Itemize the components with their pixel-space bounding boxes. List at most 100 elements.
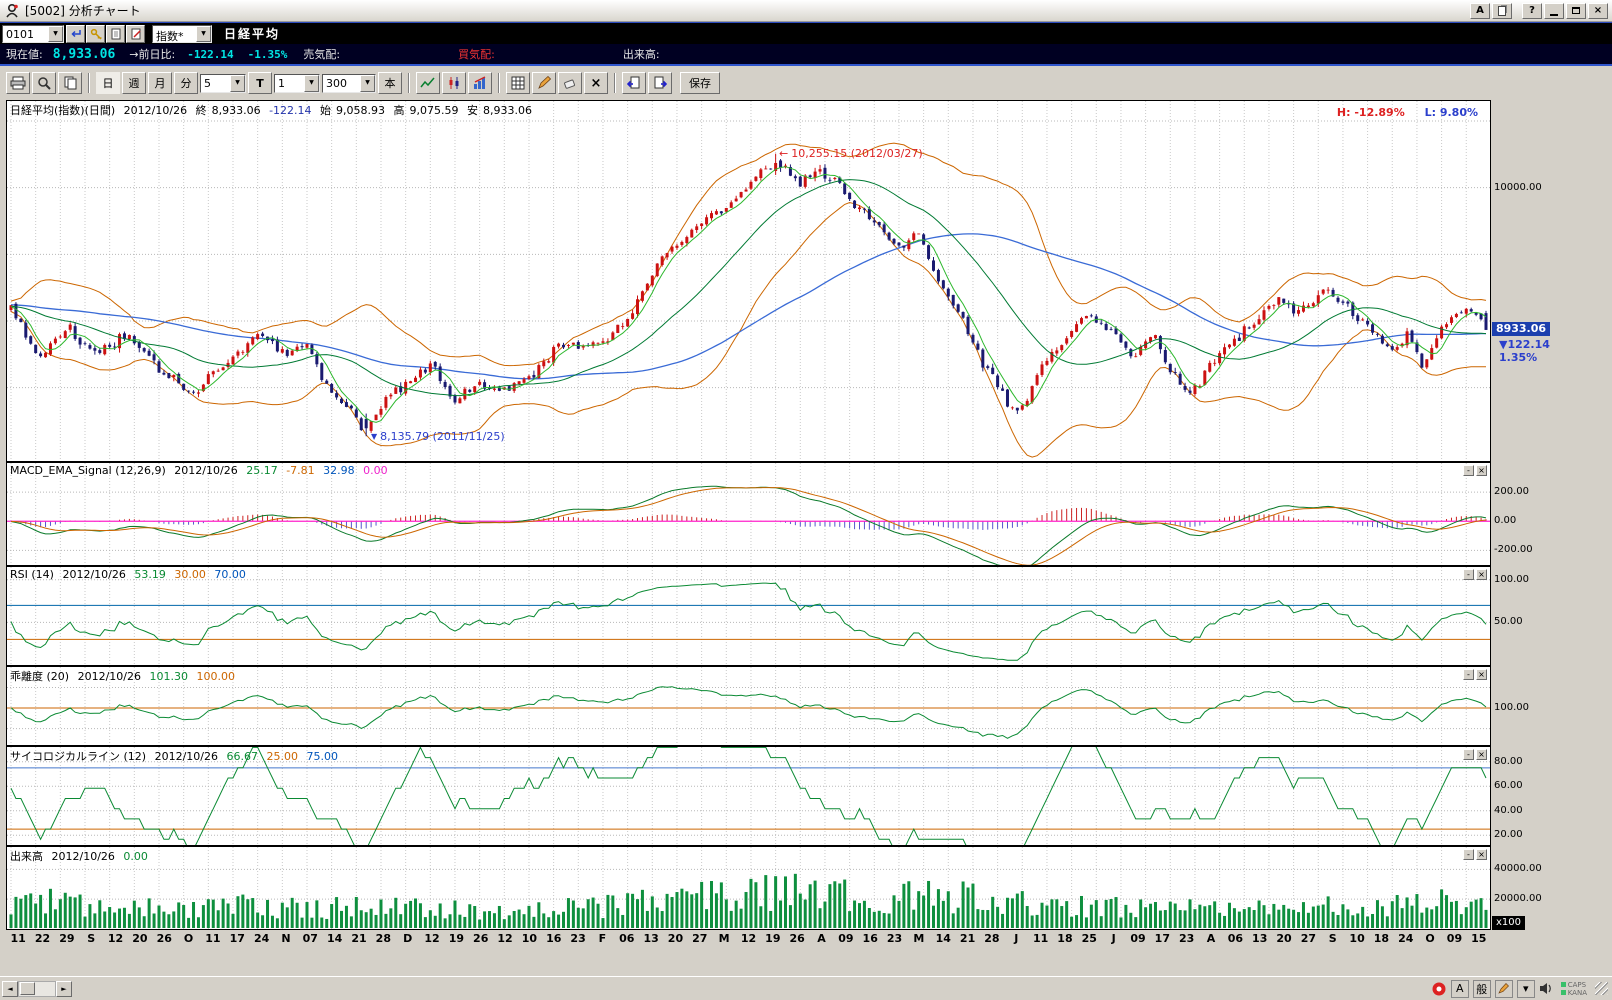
resize-grip[interactable] <box>1595 982 1608 995</box>
panel-minimize-button[interactable]: - <box>1463 569 1474 580</box>
symbol-toolbar: 0101 ▼ 指数* ▼ 日経平均 <box>0 22 1612 44</box>
rsi-plot[interactable]: RSI (14) 2012/10/26 53.19 30.00 70.00 - … <box>6 566 1491 666</box>
interval-select[interactable]: 1 ▼ <box>274 74 320 93</box>
bar-chart-button[interactable] <box>468 72 492 94</box>
edit-button[interactable] <box>126 25 145 43</box>
panel-minimize-button[interactable]: - <box>1463 849 1474 860</box>
titlebar-restore-button[interactable] <box>1566 3 1586 19</box>
panel-close-button[interactable]: × <box>1476 465 1487 476</box>
close-label: 終 <box>196 104 207 117</box>
rsi-lower-value: 30.00 <box>174 568 206 581</box>
minimize-icon <box>1550 14 1558 16</box>
panel-minimize-button[interactable]: - <box>1463 669 1474 680</box>
scrollbar-track[interactable] <box>18 981 56 997</box>
titlebar-help-button[interactable]: ? <box>1522 3 1542 19</box>
panel-minimize-button[interactable]: - <box>1463 749 1474 760</box>
panel-controls: - × <box>1463 669 1487 680</box>
x-axis-label: N <box>274 930 298 950</box>
main-price-plot[interactable]: 日経平均(指数)(日間) 2012/10/26 終8,933.06 -122.1… <box>6 100 1491 462</box>
volume-plot[interactable]: 出来高 2012/10/26 0.00 - × <box>6 846 1491 930</box>
psych-axis: 80.00 60.00 40.00 20.00 <box>1491 746 1555 846</box>
symbol-input[interactable]: 0101 ▼ <box>2 25 64 43</box>
scroll-left-button[interactable]: ◄ <box>2 981 18 997</box>
panel-close-button[interactable]: × <box>1476 749 1487 760</box>
x-axis-label: 26 <box>785 930 809 950</box>
chart-area: 日経平均(指数)(日間) 2012/10/26 終8,933.06 -122.1… <box>6 100 1555 950</box>
ime-mode-indicator[interactable]: A <box>1451 980 1469 998</box>
panel-close-button[interactable]: × <box>1476 569 1487 580</box>
period-day-button[interactable]: 日 <box>96 72 120 94</box>
scroll-right-button[interactable]: ► <box>56 981 72 997</box>
macd-panel: MACD_EMA_Signal (12,26,9) 2012/10/26 25.… <box>6 462 1555 566</box>
title-bar[interactable]: [5002] 分析チャート A ? × <box>0 0 1612 22</box>
key-button[interactable] <box>86 25 105 43</box>
delete-drawings-button[interactable]: × <box>584 72 608 94</box>
horizontal-scrollbar[interactable]: ◄ ► <box>2 981 72 997</box>
volume-panel: 出来高 2012/10/26 0.00 - × 40000.00 20000.0… <box>6 846 1555 930</box>
x-axis-label: 18 <box>1369 930 1393 950</box>
category-select[interactable]: 指数* ▼ <box>152 25 212 43</box>
trough-marker-icon: ▼ <box>371 432 377 441</box>
titlebar-minimize-button[interactable] <box>1544 3 1564 19</box>
speaker-icon[interactable] <box>1539 982 1554 995</box>
enter-button[interactable] <box>66 25 85 43</box>
minute-freq-select[interactable]: 5 ▼ <box>200 74 246 93</box>
copy-chart-button[interactable] <box>58 72 82 94</box>
bars-count-dropdown-button[interactable]: ▼ <box>360 75 375 92</box>
zoom-button[interactable] <box>32 72 56 94</box>
titlebar-copy-button[interactable] <box>1492 3 1512 19</box>
bars-unit-button[interactable]: 本 <box>378 72 402 94</box>
bars-count-select[interactable]: 300 ▼ <box>322 74 376 93</box>
ime-kanji-indicator[interactable]: 般 <box>1473 980 1491 998</box>
symbol-dropdown-button[interactable]: ▼ <box>48 26 63 42</box>
save-button[interactable]: 保存 <box>680 72 720 94</box>
psych-plot[interactable]: サイコロジカルライン (12) 2012/10/26 66.67 25.00 7… <box>6 746 1491 846</box>
price-change-readout: ▼122.14 <box>1499 338 1550 351</box>
layout-next-button[interactable] <box>648 72 672 94</box>
scrollbar-thumb[interactable] <box>20 982 35 995</box>
x-axis-label: S <box>1321 930 1345 950</box>
chevron-down-icon: ▾ <box>1523 982 1529 995</box>
macd-plot[interactable]: MACD_EMA_Signal (12,26,9) 2012/10/26 25.… <box>6 462 1491 566</box>
macd-axis: 200.00 0.00 -200.00 <box>1491 462 1555 566</box>
erase-button[interactable] <box>558 72 582 94</box>
x-axis-label: O <box>176 930 200 950</box>
period-minute-button[interactable]: 分 <box>174 72 198 94</box>
tick-button[interactable]: T <box>248 72 272 94</box>
draw-button[interactable] <box>532 72 556 94</box>
minute-freq-dropdown-button[interactable]: ▼ <box>230 75 245 92</box>
macd-header: MACD_EMA_Signal (12,26,9) 2012/10/26 25.… <box>10 464 393 477</box>
category-dropdown-button[interactable]: ▼ <box>196 26 211 42</box>
line-chart-button[interactable] <box>416 72 440 94</box>
axis-label: 20000.00 <box>1494 893 1542 904</box>
grid-button[interactable] <box>506 72 530 94</box>
layout-prev-button[interactable] <box>622 72 646 94</box>
titlebar-close-button[interactable]: × <box>1588 3 1608 19</box>
tray-app-icon[interactable] <box>1431 981 1447 997</box>
panel-close-button[interactable]: × <box>1476 849 1487 860</box>
period-week-button[interactable]: 週 <box>122 72 146 94</box>
rsi-axis: 100.00 50.00 <box>1491 566 1555 666</box>
ime-options-button[interactable]: ▾ <box>1517 980 1535 998</box>
main-price-panel: 日経平均(指数)(日間) 2012/10/26 終8,933.06 -122.1… <box>6 100 1555 462</box>
volume-unit-badge: x100 <box>1492 916 1525 930</box>
titlebar-a-button[interactable]: A <box>1470 3 1490 19</box>
x-axis-label: 12 <box>493 930 517 950</box>
x-axis-label: 06 <box>1223 930 1247 950</box>
panel-close-button[interactable]: × <box>1476 669 1487 680</box>
chevron-down-icon: ▼ <box>53 31 58 37</box>
memo-button[interactable] <box>106 25 125 43</box>
period-month-button[interactable]: 月 <box>148 72 172 94</box>
interval-dropdown-button[interactable]: ▼ <box>304 75 319 92</box>
x-axis-label: J <box>1004 930 1028 950</box>
copy-icon <box>63 76 77 90</box>
kairi-axis: 100.00 <box>1491 666 1555 746</box>
kairi-plot[interactable]: 乖離度 (20) 2012/10/26 101.30 100.00 - × <box>6 666 1491 746</box>
x-axis-label: 21 <box>347 930 371 950</box>
candle-chart-button[interactable] <box>442 72 466 94</box>
panel-minimize-button[interactable]: - <box>1463 465 1474 476</box>
ime-tools-button[interactable] <box>1495 980 1513 998</box>
open-value: 9,058.93 <box>336 104 385 117</box>
print-button[interactable] <box>6 72 30 94</box>
app-icon <box>4 3 20 19</box>
